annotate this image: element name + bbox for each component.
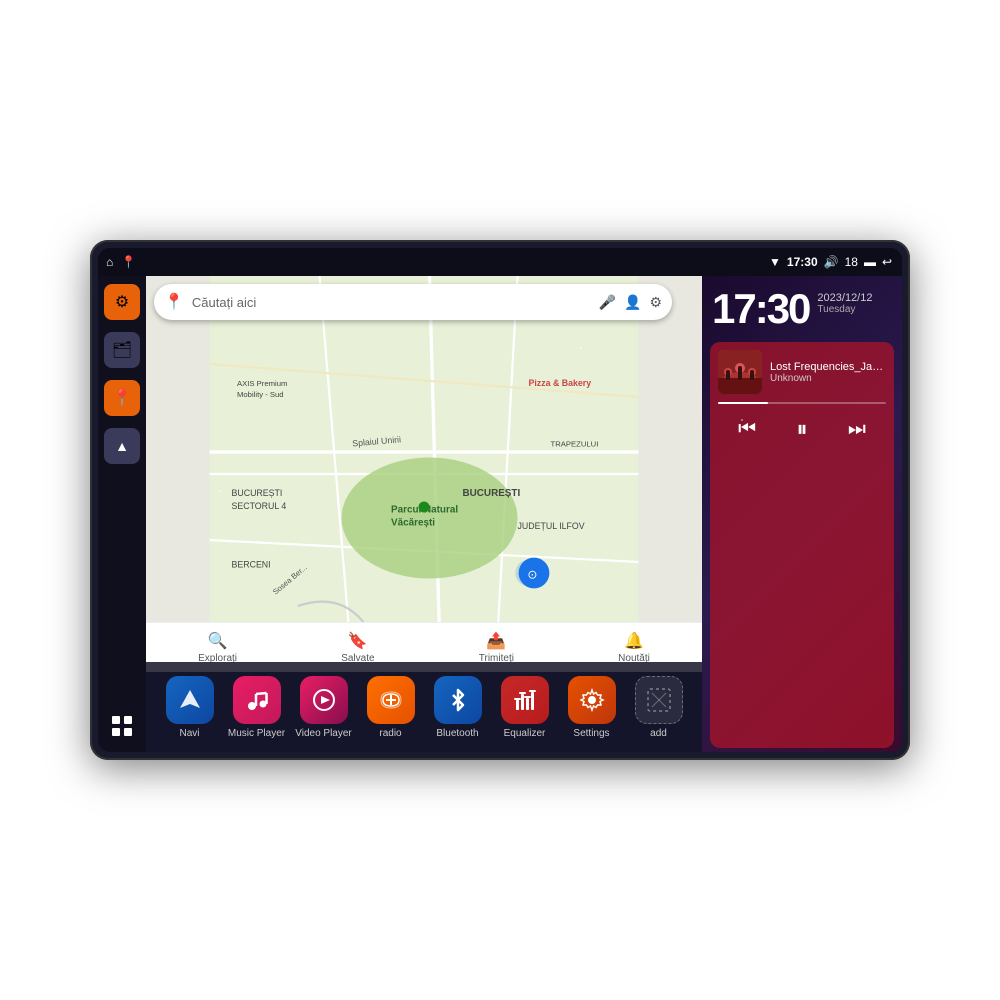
prev-button[interactable]: ⏮: [730, 414, 764, 445]
share-icon: 📤: [486, 631, 506, 651]
video-player-icon: [300, 676, 348, 724]
svg-text:Văcărești: Văcărești: [391, 518, 435, 529]
app-item-radio[interactable]: radio: [357, 676, 424, 739]
right-panel: 17:30 2023/12/12 Tuesday: [702, 276, 902, 752]
music-progress-bar: [718, 402, 886, 404]
svg-text:TRAPEZULUI: TRAPEZULUI: [551, 440, 599, 449]
add-icon: [635, 676, 683, 724]
sidebar-item-grid[interactable]: [104, 708, 140, 744]
music-widget: Lost Frequencies_Janie... Unknown ⏮ ⏸ ⏭: [710, 342, 894, 748]
svg-text:SECTORUL 4: SECTORUL 4: [232, 501, 287, 511]
status-bar: ⌂ 📍 ▼ 17:30 🔊 18 ▬ ↩: [98, 248, 902, 276]
nav-arrow-icon: ▲: [115, 438, 129, 454]
sidebar: ⚙ 🗂 📍 ▲: [98, 276, 146, 752]
bluetooth-label: Bluetooth: [436, 728, 478, 739]
news-icon: 🔔: [624, 631, 644, 651]
track-info: Lost Frequencies_Janie... Unknown: [770, 361, 886, 384]
clock-date: 2023/12/12 Tuesday: [817, 288, 872, 315]
track-artist: Unknown: [770, 373, 886, 384]
music-player-icon: [233, 676, 281, 724]
svg-text:BERCENI: BERCENI: [232, 560, 271, 570]
date-number: 2023/12/12: [817, 292, 872, 304]
app-item-music-player[interactable]: Music Player: [223, 676, 290, 739]
track-title: Lost Frequencies_Janie...: [770, 361, 886, 373]
app-item-bluetooth[interactable]: Bluetooth: [424, 676, 491, 739]
music-progress-fill: [718, 402, 768, 404]
svg-text:⊙: ⊙: [527, 568, 537, 582]
mic-icon[interactable]: 🎤: [599, 294, 616, 311]
map-nav-trimiteți[interactable]: 📤 Trimiteți: [479, 631, 514, 664]
wifi-icon: ▼: [769, 255, 781, 269]
device: ⌂ 📍 ▼ 17:30 🔊 18 ▬ ↩ ⚙ 🗂: [90, 240, 910, 760]
svg-text:Mobility - Sud: Mobility - Sud: [237, 390, 284, 399]
equalizer-icon: [501, 676, 549, 724]
music-controls: ⏮ ⏸ ⏭: [718, 412, 886, 446]
app-item-navi[interactable]: Navi: [156, 676, 223, 739]
home-icon[interactable]: ⌂: [106, 255, 113, 269]
map-nav-explorați[interactable]: 🔍 Explorați: [198, 631, 237, 664]
status-right: ▼ 17:30 🔊 18 ▬ ↩: [769, 255, 892, 269]
video-player-label: Video Player: [295, 728, 352, 739]
app-item-settings[interactable]: Settings: [558, 676, 625, 739]
navi-label: Navi: [179, 728, 199, 739]
add-label: add: [650, 728, 667, 739]
google-maps-icon: 📍: [164, 292, 184, 312]
clock-widget: 17:30 2023/12/12 Tuesday: [702, 276, 902, 338]
next-button[interactable]: ⏭: [840, 414, 874, 445]
files-icon: 🗂: [112, 340, 132, 360]
navi-icon: [166, 676, 214, 724]
album-art: [718, 350, 762, 394]
volume-icon: 🔊: [824, 255, 839, 269]
svg-text:Pizza & Bakery: Pizza & Bakery: [529, 378, 592, 388]
center-area: Parcul Natural Văcărești BUCUREȘTI SECTO…: [146, 276, 702, 752]
settings-map-icon[interactable]: ⚙: [649, 294, 662, 311]
maps-icon: 📍: [112, 388, 132, 408]
radio-icon: [367, 676, 415, 724]
back-icon[interactable]: ↩: [882, 255, 892, 269]
map-status-icon[interactable]: 📍: [121, 255, 136, 269]
battery-level: 18: [845, 255, 858, 269]
app-item-add[interactable]: add: [625, 676, 692, 739]
now-playing: Lost Frequencies_Janie... Unknown: [718, 350, 886, 394]
saved-icon: 🔖: [348, 631, 368, 651]
map-background: Parcul Natural Văcărești BUCUREȘTI SECTO…: [146, 276, 702, 672]
equalizer-label: Equalizer: [504, 728, 546, 739]
map-search-bar[interactable]: 📍 Căutați aici 🎤 👤 ⚙: [154, 284, 672, 320]
bluetooth-icon: [434, 676, 482, 724]
main-content: ⚙ 🗂 📍 ▲: [98, 276, 902, 752]
music-player-label: Music Player: [228, 728, 285, 739]
map-nav-salvate[interactable]: 🔖 Salvate: [341, 631, 374, 664]
svg-text:JUDEȚUL ILFOV: JUDEȚUL ILFOV: [518, 521, 585, 531]
sidebar-item-settings[interactable]: ⚙: [104, 284, 140, 320]
settings-app-icon: [568, 676, 616, 724]
svg-text:AXIS Premium: AXIS Premium: [237, 379, 287, 388]
svg-text:BUCUREȘTI: BUCUREȘTI: [232, 488, 283, 498]
sidebar-item-files[interactable]: 🗂: [104, 332, 140, 368]
screen: ⌂ 📍 ▼ 17:30 🔊 18 ▬ ↩ ⚙ 🗂: [98, 248, 902, 752]
svg-text:BUCUREȘTI: BUCUREȘTI: [462, 488, 520, 499]
radio-label: radio: [379, 728, 401, 739]
sidebar-item-navigation[interactable]: ▲: [104, 428, 140, 464]
settings-icon: ⚙: [115, 292, 129, 312]
account-icon[interactable]: 👤: [624, 294, 641, 311]
map-panel[interactable]: Parcul Natural Văcărești BUCUREȘTI SECTO…: [146, 276, 702, 672]
explore-icon: 🔍: [208, 631, 228, 651]
app-item-video-player[interactable]: Video Player: [290, 676, 357, 739]
app-item-equalizer[interactable]: Equalizer: [491, 676, 558, 739]
map-nav-noutăți[interactable]: 🔔 Noutăți: [618, 631, 650, 664]
status-left: ⌂ 📍: [106, 255, 136, 269]
day-name: Tuesday: [817, 304, 872, 315]
sidebar-item-maps[interactable]: 📍: [104, 380, 140, 416]
battery-icon: ▬: [864, 255, 876, 269]
app-grid: Navi Music Player: [146, 662, 702, 752]
status-time: 17:30: [787, 255, 818, 269]
search-placeholder: Căutați aici: [192, 295, 591, 310]
settings-app-label: Settings: [573, 728, 609, 739]
grid-icon: [111, 715, 133, 737]
play-pause-button[interactable]: ⏸: [788, 412, 815, 446]
clock-time: 17:30: [712, 288, 809, 330]
